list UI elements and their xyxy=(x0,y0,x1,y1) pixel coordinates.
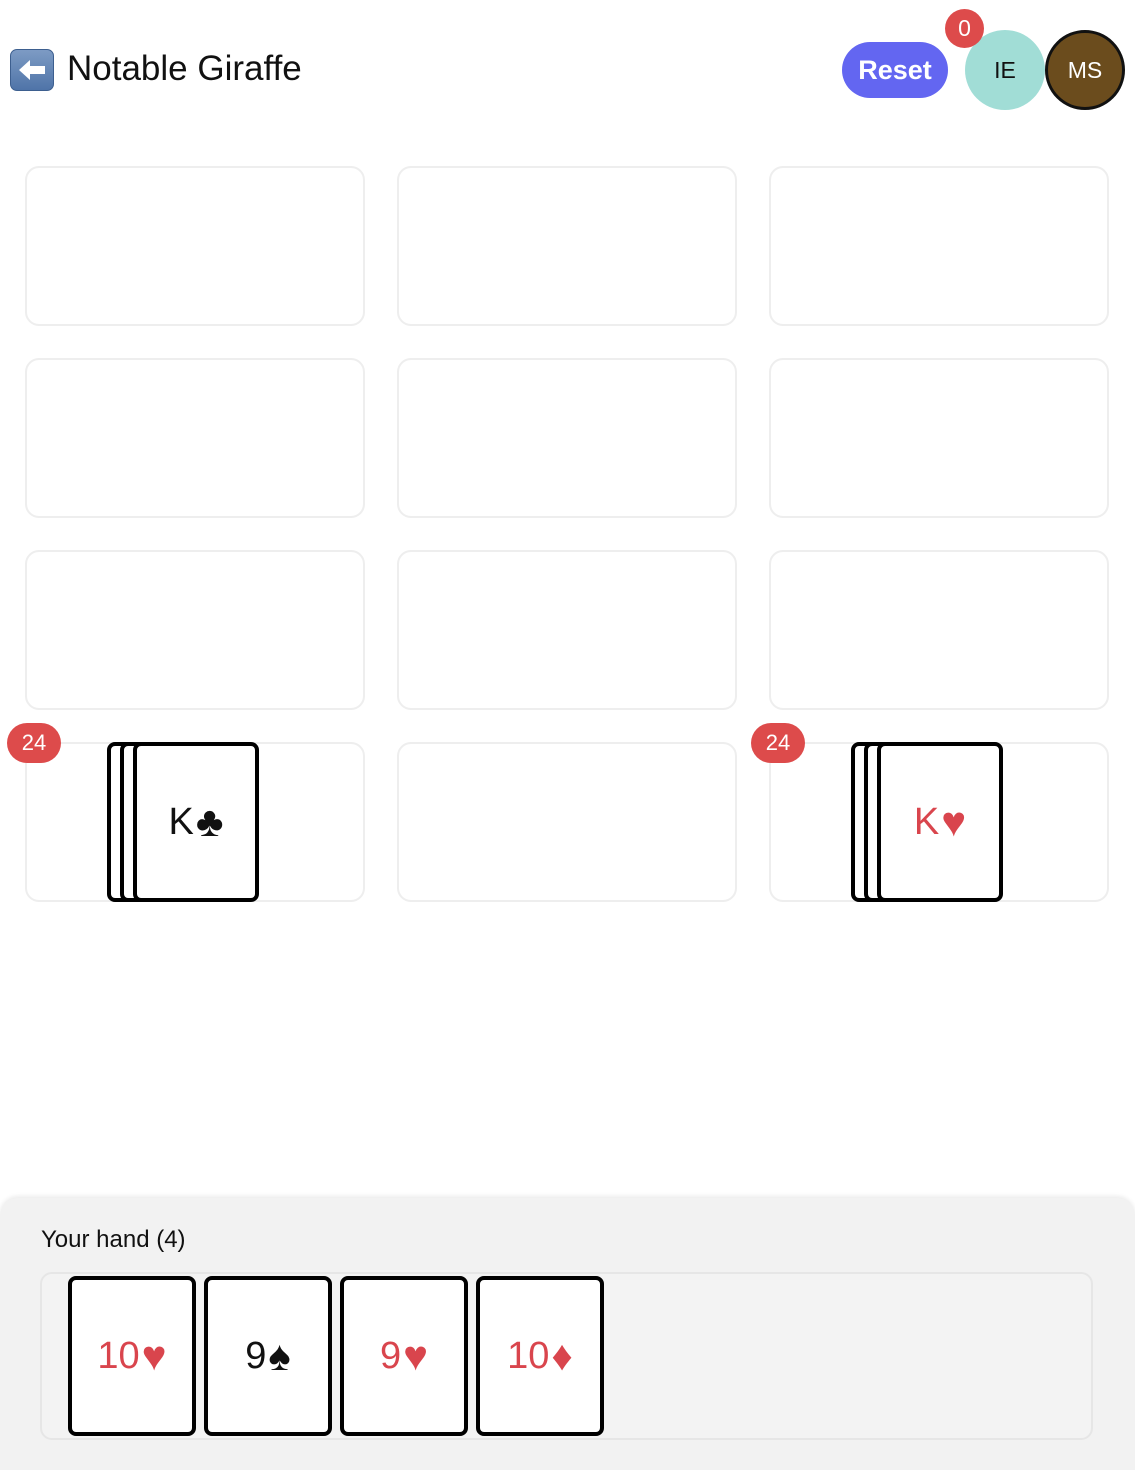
notification-badge: 0 xyxy=(945,9,984,48)
hand-panel: Your hand (4) 10 ♥ 9 ♠ 9 ♥ 10 ♦ xyxy=(0,1198,1135,1470)
board-slot[interactable] xyxy=(397,550,737,710)
hand-tray: 10 ♥ 9 ♠ 9 ♥ 10 ♦ xyxy=(40,1272,1093,1440)
card-rank: K xyxy=(168,801,194,843)
card-rank: 10 xyxy=(97,1334,140,1377)
card-rank: 9 xyxy=(245,1334,267,1377)
pile-count-badge: 24 xyxy=(751,723,805,763)
card-rank: K xyxy=(913,801,940,843)
game-title: Notable Giraffe xyxy=(67,49,302,88)
diamonds-icon: ♦ xyxy=(551,1332,573,1379)
hearts-icon: ♥ xyxy=(141,1332,167,1379)
top-bar: Notable Giraffe Reset IE MS 0 xyxy=(0,0,1135,140)
player-avatar-ms[interactable]: MS xyxy=(1045,30,1125,110)
card-rank: 10 xyxy=(507,1334,550,1377)
pile-top-card[interactable]: K ♥ xyxy=(877,742,1003,902)
hand-label: Your hand (4) xyxy=(41,1226,186,1253)
board-slot[interactable] xyxy=(25,550,365,710)
board-slot[interactable] xyxy=(769,166,1109,326)
back-arrow-icon xyxy=(17,58,47,82)
reset-button[interactable]: Reset xyxy=(842,42,948,98)
card-rank: 9 xyxy=(379,1334,402,1377)
hand-card[interactable]: 9 ♥ xyxy=(340,1276,468,1436)
hand-card[interactable]: 10 ♥ xyxy=(68,1276,196,1436)
hand-card[interactable]: 9 ♠ xyxy=(204,1276,332,1436)
back-button[interactable] xyxy=(10,49,54,91)
board-slot[interactable] xyxy=(25,358,365,518)
board-slot[interactable] xyxy=(25,166,365,326)
board-slot[interactable] xyxy=(769,358,1109,518)
spades-icon: ♠ xyxy=(268,1332,291,1379)
board-slot[interactable] xyxy=(397,166,737,326)
hearts-icon: ♥ xyxy=(941,798,967,845)
pile-count-badge: 24 xyxy=(7,723,61,763)
pile-top-card[interactable]: K ♣ xyxy=(133,742,259,902)
board-slot[interactable] xyxy=(397,358,737,518)
hearts-icon: ♥ xyxy=(403,1332,429,1379)
hand-card[interactable]: 10 ♦ xyxy=(476,1276,604,1436)
board-slot[interactable] xyxy=(397,742,737,902)
clubs-icon: ♣ xyxy=(195,798,224,845)
board-slot[interactable] xyxy=(769,550,1109,710)
